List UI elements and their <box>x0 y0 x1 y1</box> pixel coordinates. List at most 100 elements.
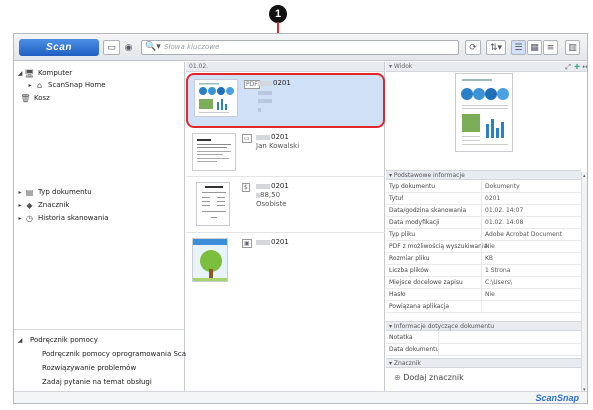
expand-right-icon[interactable]: ▸ <box>16 189 24 196</box>
expand-right-icon[interactable]: ▸ <box>16 202 24 209</box>
expand-right-icon[interactable]: ▸ <box>16 215 24 222</box>
property-key: Data modyfikacji <box>389 219 440 226</box>
document-name: 0201 <box>256 238 289 246</box>
property-key: Miejsce docelowe zapisu <box>389 279 463 286</box>
property-value: Dokumenty <box>485 183 520 190</box>
property-value: 0201 <box>485 195 501 202</box>
receipt-file-icon: $ <box>242 183 250 192</box>
toolbar: Scan ▭ ◉ 🔍▾ Słowa kluczowe ⟳ ⇅▾ ☰ ▦ ≡ ▥ <box>14 34 587 61</box>
property-row: PDF z możliwością wyszukiwania Nie <box>386 241 581 253</box>
property-row: Tytuł 0201 <box>386 193 581 205</box>
help-link[interactable]: Podręcznik pomocy oprogramowania ScanSna… <box>42 348 208 360</box>
property-key: PDF z możliwością wyszukiwania <box>389 243 488 250</box>
add-icon: ⊕ <box>394 373 401 382</box>
expand-icon[interactable]: ↔ <box>582 62 587 72</box>
property-row: Notatka <box>386 332 581 344</box>
property-row: Powiązana aplikacja <box>386 301 581 313</box>
search-input[interactable]: 🔍▾ Słowa kluczowe <box>141 40 459 55</box>
help-title: Podręcznik pomocy <box>30 336 98 344</box>
search-icon[interactable]: 🔍▾ <box>145 42 161 52</box>
help-link[interactable]: Zadaj pytanie na temat obsługi <box>42 376 152 388</box>
add-tag-button[interactable]: ⊕ Dodaj znacznik <box>394 373 464 382</box>
tree-label: Kosz <box>34 94 50 102</box>
document-name: 0201 <box>258 79 291 87</box>
property-key: Typ pliku <box>389 231 416 238</box>
tree-label: Typ dokumentu <box>38 188 92 196</box>
property-value: Nie <box>485 291 495 298</box>
photo-file-icon: ▣ <box>242 239 252 248</box>
grid-view-icon[interactable]: ▦ <box>527 40 542 55</box>
document-list: 01.02. PDF 0201 ▭ 0201 Jan Kowalski $ 02… <box>186 62 385 403</box>
tree-item-trash[interactable]: 🗑 Kosz <box>20 92 50 104</box>
scansnap-home-window: Scan ▭ ◉ 🔍▾ Słowa kluczowe ⟳ ⇅▾ ☰ ▦ ≡ ▥ … <box>13 33 588 404</box>
receipt-category: Osobiste <box>256 200 287 208</box>
scansnap-logo: ScanSnap <box>535 393 579 403</box>
tag-header[interactable]: ▾ Znacznik <box>386 358 581 368</box>
property-key: Rozmiar pliku <box>389 255 430 262</box>
property-value: 01.02. 14:08 <box>485 219 524 226</box>
list-view-icon[interactable]: ☰ <box>511 40 526 55</box>
list-item[interactable]: PDF 0201 <box>186 73 385 128</box>
document-name: 0201 <box>256 182 289 190</box>
scan-button[interactable]: Scan <box>19 39 99 56</box>
document-preview <box>455 73 513 152</box>
detail-scrollbar[interactable]: ▴ ▾ <box>581 172 587 403</box>
basic-info-header[interactable]: ▾ Podstawowe informacje <box>386 170 581 180</box>
view-header: ▾ Widok ⤢ ✚ ↔ <box>386 62 587 72</box>
tree-item-scansnap-home[interactable]: ▸ ⌂ ScanSnap Home <box>26 79 106 91</box>
computer-icon: 🖥 <box>24 68 35 78</box>
property-row: Typ dokumentu Dokumenty <box>386 181 581 193</box>
property-key: Hasło <box>389 291 406 298</box>
tree-label: Komputer <box>38 69 73 77</box>
detail-view-icon[interactable]: ≡ <box>543 40 558 55</box>
document-owner: Jan Kowalski <box>256 142 300 150</box>
tree-item-tag[interactable]: ▸ ◆ Znacznik <box>16 199 69 211</box>
document-thumbnail <box>192 133 236 171</box>
property-value: 01.02. 14:07 <box>485 207 524 214</box>
add-tag-label: Dodaj znacznik <box>403 373 464 382</box>
document-type-icon: ▤ <box>25 187 34 197</box>
property-value: C:\Users\ <box>485 279 513 286</box>
document-thumbnail <box>194 79 238 117</box>
property-value: Adobe Acrobat Document <box>485 231 563 238</box>
property-value: KB <box>485 255 494 262</box>
tree-item-history[interactable]: ▸ ◷ Historia skanowania <box>16 212 109 224</box>
image-file-icon: ▭ <box>242 134 252 143</box>
property-row: Data modyfikacji 01.02. 14:08 <box>386 217 581 229</box>
property-row: Miejsce docelowe zapisu C:\Users\ <box>386 277 581 289</box>
expand-right-icon[interactable]: ▸ <box>26 82 34 89</box>
scroll-up-icon[interactable]: ▴ <box>583 173 586 179</box>
scanner-view-icon[interactable]: ▭ <box>103 40 120 55</box>
zoom-fit-icon[interactable]: ⤢ <box>565 62 571 72</box>
tree-label: ScanSnap Home <box>48 81 106 89</box>
panel-toggle-icon[interactable]: ▥ <box>565 40 580 55</box>
trash-icon: 🗑 <box>20 93 31 103</box>
document-name: 0201 <box>256 133 289 141</box>
tree-item-computer[interactable]: ◢ 🖥 Komputer <box>16 67 72 79</box>
tree-label: Znacznik <box>38 201 70 209</box>
tree-item-doc-type[interactable]: ▸ ▤ Typ dokumentu <box>16 186 92 198</box>
doc-info-header[interactable]: ▾ Informacje dotyczące dokumentu <box>386 321 581 331</box>
history-icon: ◷ <box>26 213 33 223</box>
callout-marker: 1 <box>269 5 287 23</box>
list-item[interactable]: ▭ 0201 Jan Kowalski <box>186 129 385 177</box>
date-group-header: 01.02. <box>186 62 384 72</box>
status-bar: ScanSnap <box>14 391 587 403</box>
list-item[interactable]: $ 0201 88,50 Osobiste <box>186 178 385 233</box>
cloud-view-icon[interactable]: ◉ <box>121 40 136 55</box>
expand-down-icon[interactable]: ◢ <box>16 70 24 77</box>
help-header[interactable]: ◢ Podręcznik pomocy <box>16 334 98 346</box>
property-key: Tytuł <box>389 195 404 202</box>
list-item[interactable]: ▣ 0201 <box>186 234 385 289</box>
help-link[interactable]: Rozwiązywanie problemów <box>42 362 136 374</box>
receipt-amount: 88,50 <box>256 191 280 199</box>
callout-number: 1 <box>274 8 282 20</box>
refresh-icon[interactable]: ⟳ <box>465 40 481 55</box>
receipt-thumbnail <box>196 182 230 226</box>
expand-down-icon[interactable]: ◢ <box>16 337 24 344</box>
zoom-in-icon[interactable]: ✚ <box>574 62 580 72</box>
property-value: Nie <box>485 243 495 250</box>
sort-icon[interactable]: ⇅▾ <box>486 40 506 55</box>
property-value: 1 Strona <box>485 267 511 274</box>
tree-label: Historia skanowania <box>38 214 109 222</box>
